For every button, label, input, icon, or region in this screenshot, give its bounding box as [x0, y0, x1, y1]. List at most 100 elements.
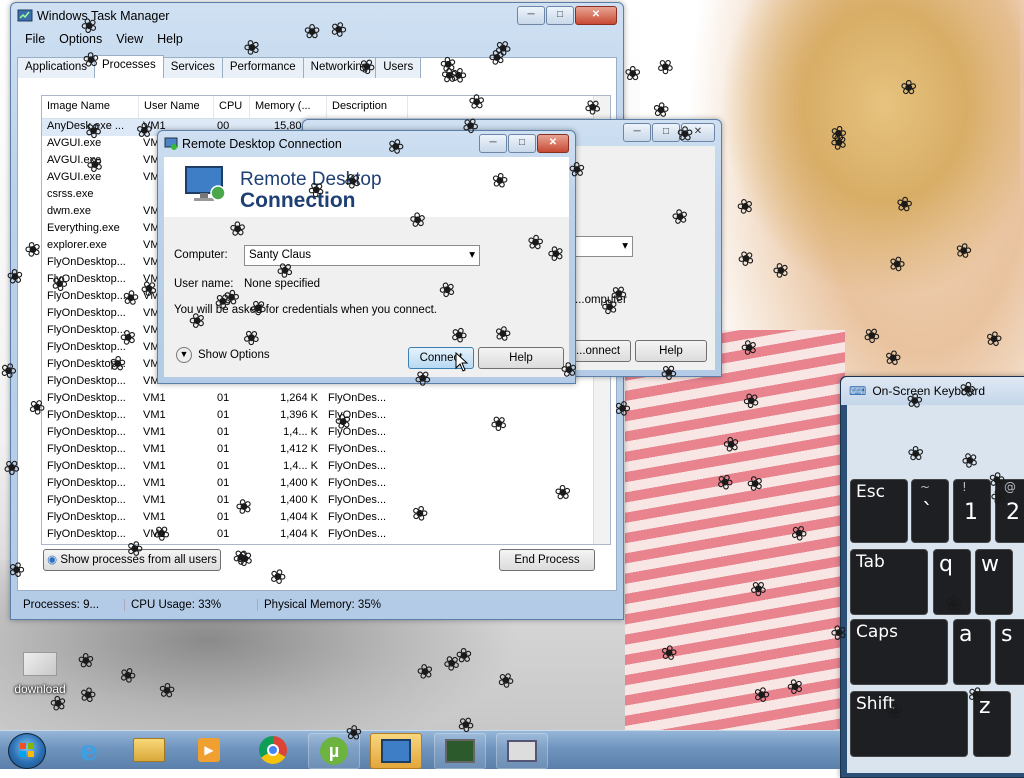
column-memory[interactable]: Memory (...	[250, 96, 327, 118]
process-row[interactable]: FlyOnDesktop... VM1 01 1,412 K FlyOnDes...	[42, 442, 610, 459]
show-all-users-button[interactable]: ◉ Show processes from all users	[43, 549, 221, 571]
chevron-down-icon[interactable]: ▾	[469, 246, 475, 265]
taskbar-chrome[interactable]	[248, 733, 298, 767]
close-button[interactable]: ✕	[575, 6, 617, 25]
process-user-name: VM1	[143, 528, 166, 540]
show-options-label: Show Options	[198, 349, 270, 361]
key-1-shift-label: !	[962, 480, 967, 494]
key-1[interactable]: ! 1	[953, 479, 991, 543]
key-w[interactable]: w	[975, 549, 1013, 615]
show-all-users-label: Show processes from all users	[60, 554, 217, 566]
taskbar-remote-desktop[interactable]	[370, 733, 422, 769]
tab-networking[interactable]: Networking	[302, 57, 377, 78]
taskbar-task-manager[interactable]	[434, 733, 486, 769]
media-player-icon: ▶	[198, 738, 220, 762]
close-button[interactable]: ✕	[537, 134, 569, 153]
key-esc-label: Esc	[856, 482, 885, 502]
taskbar-media-player[interactable]: ▶	[184, 733, 234, 767]
username-label: User name:	[174, 278, 234, 290]
remote-desktop-dialog: Remote Desktop Connection ─ □ ✕ Remote D…	[157, 130, 576, 384]
taskbar: e ▶ µ	[0, 730, 840, 769]
close-button[interactable]: ✕	[681, 123, 715, 142]
maximize-button[interactable]: □	[652, 123, 680, 142]
process-cpu: 01	[217, 443, 230, 455]
key-q-label: q	[939, 552, 953, 577]
process-row[interactable]: FlyOnDesktop... VM1 01 1,4... K FlyOnDes...	[42, 459, 610, 476]
dialog-title: Remote Desktop Connection	[182, 137, 342, 151]
taskbar-on-screen-keyboard[interactable]	[496, 733, 548, 769]
menu-help[interactable]: Help	[157, 32, 183, 46]
process-image-name: FlyOnDesktop...	[47, 494, 126, 506]
key-q[interactable]: q	[933, 549, 971, 615]
process-row[interactable]: FlyOnDesktop... VM1 01 1,4... K FlyOnDes...	[42, 425, 610, 442]
key-s[interactable]: s	[995, 619, 1024, 685]
process-image-name: Everything.exe	[47, 222, 120, 234]
internet-explorer-icon: e	[80, 733, 98, 767]
process-cpu: 01	[217, 460, 230, 472]
menu-options[interactable]: Options	[59, 32, 102, 46]
key-shift[interactable]: Shift	[850, 691, 968, 757]
column-user-name[interactable]: User Name	[139, 96, 214, 118]
process-image-name: FlyOnDesktop...	[47, 307, 126, 319]
column-cpu[interactable]: CPU	[214, 96, 250, 118]
tab-users[interactable]: Users	[375, 57, 422, 78]
key-z[interactable]: z	[973, 691, 1011, 757]
column-description[interactable]: Description	[327, 96, 408, 118]
computer-dropdown-arrow[interactable]: ▾	[567, 236, 633, 257]
process-cpu: 01	[217, 494, 230, 506]
osk-titlebar[interactable]: ⌨ On-Screen Keyboard	[841, 377, 1024, 405]
rdc-back-help-button[interactable]: Help	[635, 340, 707, 362]
start-button[interactable]	[8, 733, 46, 769]
minimize-button[interactable]: ─	[479, 134, 507, 153]
show-options-toggle[interactable]: ▼ Show Options	[176, 347, 270, 363]
minimize-button[interactable]: ─	[623, 123, 651, 142]
process-description: FlyOnDes...	[328, 426, 387, 438]
status-cpu: CPU Usage: 33%	[125, 599, 258, 611]
process-row[interactable]: FlyOnDesktop... VM1 01 1,404 K FlyOnDes...	[42, 527, 610, 544]
tab-services[interactable]: Services	[162, 57, 223, 78]
key-esc[interactable]: Esc	[850, 479, 908, 543]
key-s-label: s	[1001, 622, 1013, 647]
remote-desktop-icon	[164, 137, 178, 150]
computer-combobox[interactable]: Santy Claus ▾	[244, 245, 480, 266]
menu-bar: File Options View Help	[11, 29, 623, 49]
process-row[interactable]: FlyOnDesktop... VM1 01 1,396 K FlyOnDes...	[42, 408, 610, 425]
key-tilde[interactable]: ~ `	[911, 479, 949, 543]
process-description: FlyOnDes...	[328, 392, 387, 404]
tab-performance[interactable]: Performance	[221, 57, 304, 78]
tab-processes[interactable]: Processes	[94, 55, 164, 76]
column-image-name[interactable]: Image Name	[42, 96, 139, 118]
end-process-button[interactable]: End Process	[499, 549, 595, 571]
process-user-name: VM1	[143, 392, 166, 404]
key-caps[interactable]: Caps	[850, 619, 948, 685]
maximize-button[interactable]: □	[546, 6, 574, 25]
process-image-name: AVGUI.exe	[47, 154, 102, 166]
taskbar-utorrent[interactable]: µ	[308, 733, 360, 769]
taskbar-internet-explorer[interactable]: e	[64, 733, 114, 767]
process-memory: 1,400 K	[280, 477, 318, 489]
key-tab-label: Tab	[856, 552, 885, 572]
process-row[interactable]: FlyOnDesktop... VM1 01 1,264 K FlyOnDes...	[42, 391, 610, 408]
process-row[interactable]: FlyOnDesktop... VM1 01 1,400 K FlyOnDes...	[42, 476, 610, 493]
process-row[interactable]: FlyOnDesktop... VM1 01 1,404 K FlyOnDes...	[42, 510, 610, 527]
status-bar: Processes: 9... CPU Usage: 33% Physical …	[17, 595, 615, 615]
process-description: FlyOnDes...	[328, 477, 387, 489]
process-memory: 1,400 K	[280, 494, 318, 506]
taskbar-file-explorer[interactable]	[124, 733, 174, 767]
process-cpu: 01	[217, 528, 230, 540]
desktop-icon-download[interactable]: download	[10, 652, 70, 696]
process-image-name: AVGUI.exe	[47, 137, 102, 149]
minimize-button[interactable]: ─	[517, 6, 545, 25]
menu-file[interactable]: File	[25, 32, 45, 46]
key-a[interactable]: a	[953, 619, 991, 685]
help-button[interactable]: Help	[478, 347, 564, 369]
wallpaper-hair	[720, 0, 1020, 300]
process-row[interactable]: FlyOnDesktop... VM1 01 1,400 K FlyOnDes...	[42, 493, 610, 510]
process-image-name: FlyOnDesktop...	[47, 273, 126, 285]
key-2[interactable]: @ 2	[995, 479, 1024, 543]
task-manager-titlebar[interactable]: Windows Task Manager ─ □ ✕	[11, 3, 623, 29]
tab-applications[interactable]: Applications	[17, 57, 96, 78]
maximize-button[interactable]: □	[508, 134, 536, 153]
menu-view[interactable]: View	[116, 32, 143, 46]
key-tab[interactable]: Tab	[850, 549, 928, 615]
